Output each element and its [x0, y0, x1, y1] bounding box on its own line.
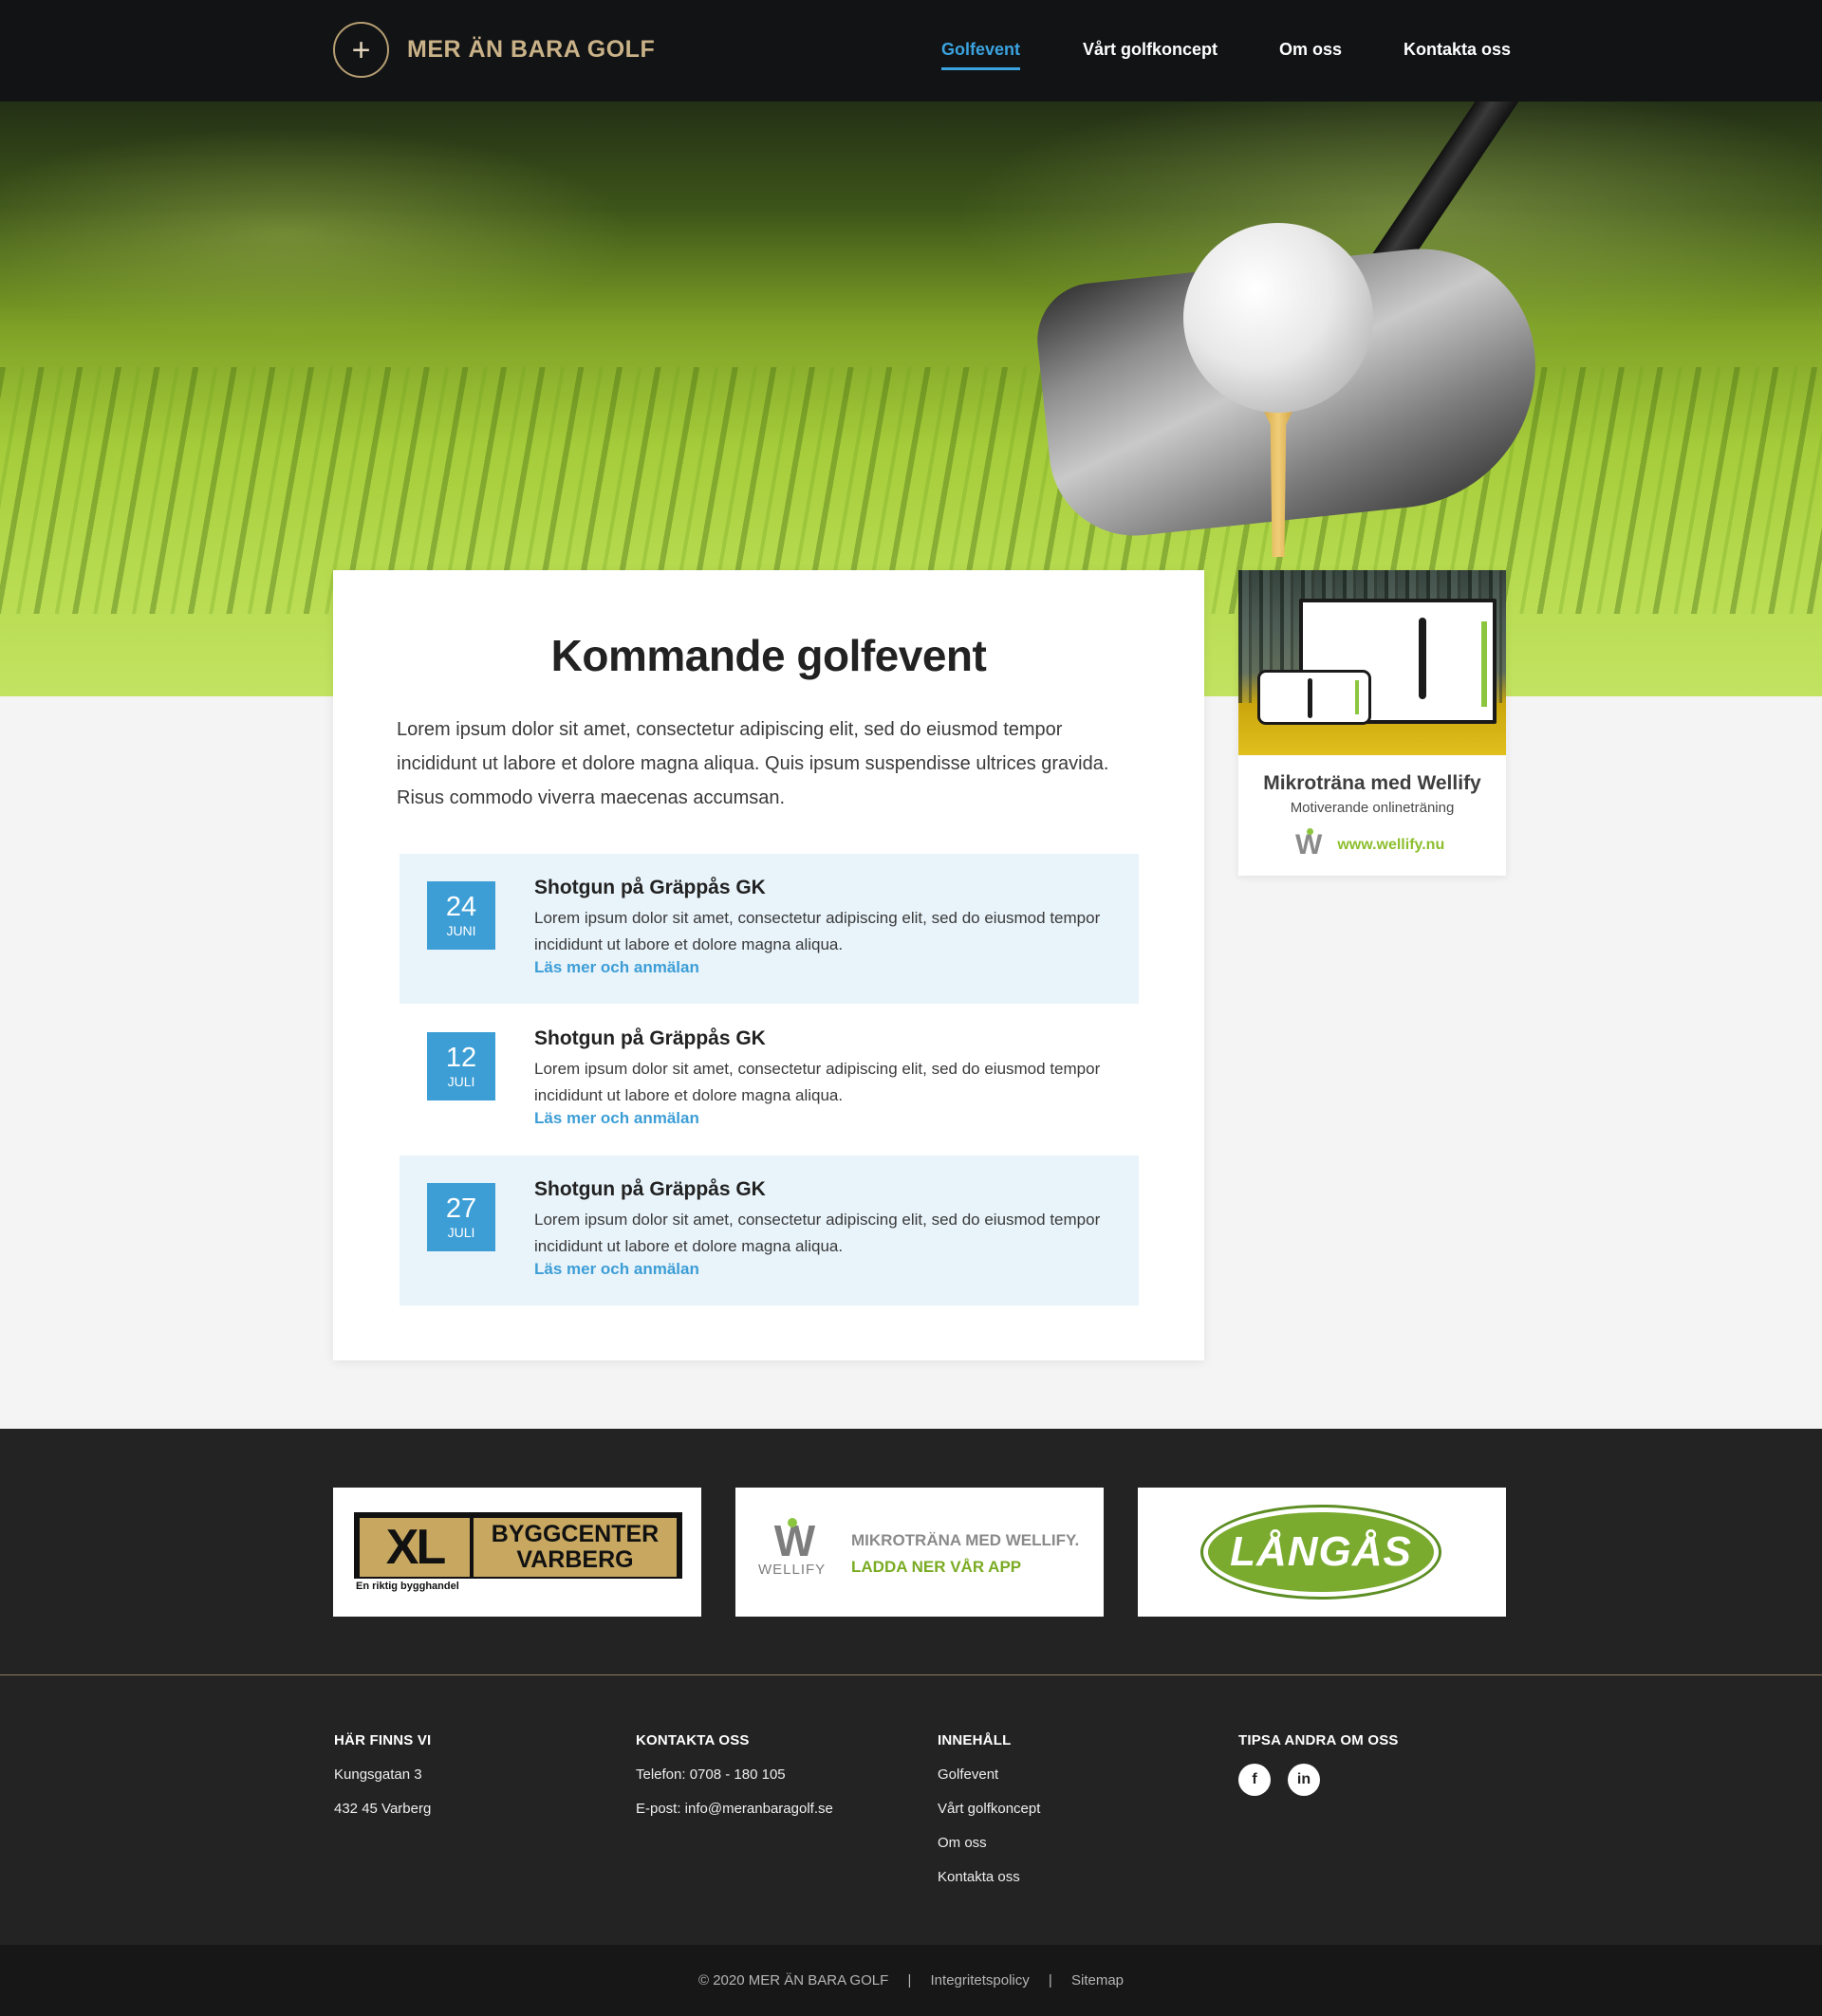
event-link[interactable]: Läs mer och anmälan [534, 1260, 699, 1279]
event-item: 27 JULI Shotgun på Gräppås GK Lorem ipsu… [400, 1156, 1139, 1305]
ad-image [1238, 570, 1506, 755]
event-description: Lorem ipsum dolor sit amet, consectetur … [534, 909, 1101, 953]
page-title: Kommande golfevent [550, 631, 987, 680]
event-item: 12 JULI Shotgun på Gräppås GK Lorem ipsu… [400, 1005, 1139, 1155]
site-header: + MER ÄN BARA GOLF Golfevent Vårt golfko… [0, 0, 1822, 102]
footer-link-kontakta-oss[interactable]: Kontakta oss [938, 1870, 1040, 1885]
event-item: 24 JUNI Shotgun på Gräppås GK Lorem ipsu… [400, 854, 1139, 1004]
phone-link[interactable]: Telefon: 0708 - 180 105 [636, 1767, 833, 1783]
ad-logo: W www.wellify.nu [1295, 828, 1444, 860]
event-link[interactable]: Läs mer och anmälan [534, 958, 699, 977]
event-description: Lorem ipsum dolor sit amet, consectetur … [534, 1211, 1101, 1255]
footer-heading: KONTAKTA OSS [636, 1732, 750, 1748]
footer-heading: TIPSA ANDRA OM OSS [1238, 1732, 1399, 1748]
xl-bygg-logo: XL BYGGCENTER VARBERG En riktig bygghand… [354, 1512, 682, 1596]
date-day: 12 [445, 1043, 477, 1073]
social-links: f in [1238, 1764, 1399, 1796]
xl-mark: XL [360, 1518, 470, 1577]
date-month: JUNI [446, 923, 476, 938]
ad-url[interactable]: www.wellify.nu [1337, 837, 1444, 854]
xl-name: BYGGCENTER VARBERG [474, 1518, 677, 1577]
facebook-icon[interactable]: f [1238, 1764, 1271, 1796]
date-month: JULI [447, 1225, 475, 1240]
nav-golfkoncept[interactable]: Vårt golfkoncept [1083, 40, 1218, 60]
ad-title: Mikroträna med Wellify [1263, 772, 1481, 794]
footer-heading: INNEHÅLL [938, 1732, 1012, 1748]
linkedin-icon[interactable]: in [1288, 1764, 1320, 1796]
wellify-ad[interactable]: Mikroträna med Wellify Motiverande onlin… [1238, 570, 1506, 876]
email-link[interactable]: E-post: info@meranbaragolf.se [636, 1802, 833, 1817]
sitemap-link[interactable]: Sitemap [1071, 1972, 1124, 1988]
partner-langas[interactable]: LÅNGÅS [1138, 1488, 1506, 1617]
site-footer: HÄR FINNS VI Kungsgatan 3 432 45 Varberg… [0, 1675, 1822, 1945]
privacy-link[interactable]: Integritetspolicy [931, 1972, 1030, 1988]
date-day: 27 [445, 1193, 477, 1224]
partners-band: XL BYGGCENTER VARBERG En riktig bygghand… [0, 1429, 1822, 1674]
event-description: Lorem ipsum dolor sit amet, consectetur … [534, 1060, 1101, 1104]
wellify-logo-icon: W WELLIFY [758, 1516, 827, 1578]
main-nav: Golfevent Vårt golfkoncept Om oss Kontak… [0, 40, 1822, 78]
partner-xl-bygg[interactable]: XL BYGGCENTER VARBERG En riktig bygghand… [333, 1488, 701, 1617]
footer-link-om-oss[interactable]: Om oss [938, 1836, 1040, 1851]
xl-tagline: En riktig bygghandel [354, 1579, 682, 1596]
event-link[interactable]: Läs mer och anmälan [534, 1109, 699, 1128]
wellify-line1: MIKROTRÄNA MED WELLIFY. [851, 1531, 1080, 1549]
event-title: Shotgun på Gräppås GK [534, 1178, 766, 1200]
address-line: Kungsgatan 3 [334, 1766, 422, 1783]
nav-om-oss[interactable]: Om oss [1279, 40, 1342, 60]
date-month: JULI [447, 1074, 475, 1089]
golf-ball [1183, 223, 1373, 413]
date-badge: 12 JULI [427, 1032, 495, 1100]
footer-heading: HÄR FINNS VI [334, 1732, 432, 1748]
langas-name: LÅNGÅS [1208, 1512, 1434, 1592]
date-day: 24 [445, 892, 477, 922]
phone-mockup [1257, 670, 1371, 725]
footer-link-golfevent[interactable]: Golfevent [938, 1767, 1040, 1783]
wellify-line2: LADDA NER VÅR APP [851, 1558, 1022, 1576]
footer-link-golfkoncept[interactable]: Vårt golfkoncept [938, 1802, 1040, 1817]
event-title: Shotgun på Gräppås GK [534, 1027, 766, 1049]
separator: | [907, 1972, 912, 1988]
date-badge: 27 JULI [427, 1183, 495, 1251]
event-title: Shotgun på Gräppås GK [534, 877, 766, 898]
footer-address: HÄR FINNS VI Kungsgatan 3 432 45 Varberg [334, 1732, 431, 1836]
date-badge: 24 JUNI [427, 881, 495, 950]
address-line: 432 45 Varberg [334, 1801, 432, 1817]
footer-contact: KONTAKTA OSS Telefon: 0708 - 180 105 E-p… [636, 1732, 833, 1836]
nav-golfevent[interactable]: Golfevent [941, 40, 1021, 70]
partner-wellify[interactable]: W WELLIFY MIKROTRÄNA MED WELLIFY. LADDA … [735, 1488, 1104, 1617]
wellify-logo-icon: W [1295, 828, 1322, 860]
footer-share: TIPSA ANDRA OM OSS f in [1238, 1732, 1399, 1796]
events-card: Kommande golfevent Lorem ipsum dolor sit… [333, 570, 1204, 1360]
langas-logo: LÅNGÅS [1200, 1505, 1441, 1600]
footer-content-links: INNEHÅLL Golfevent Vårt golfkoncept Om o… [938, 1732, 1040, 1904]
ad-subtitle: Motiverande onlineträning [1290, 800, 1455, 816]
bottom-bar: © 2020 MER ÄN BARA GOLF | Integritetspol… [0, 1945, 1822, 2016]
copyright: © 2020 MER ÄN BARA GOLF [697, 1972, 889, 1988]
nav-kontakta-oss[interactable]: Kontakta oss [1404, 40, 1511, 60]
intro-text: Lorem ipsum dolor sit amet, consectetur … [397, 719, 1109, 808]
separator: | [1048, 1972, 1052, 1988]
